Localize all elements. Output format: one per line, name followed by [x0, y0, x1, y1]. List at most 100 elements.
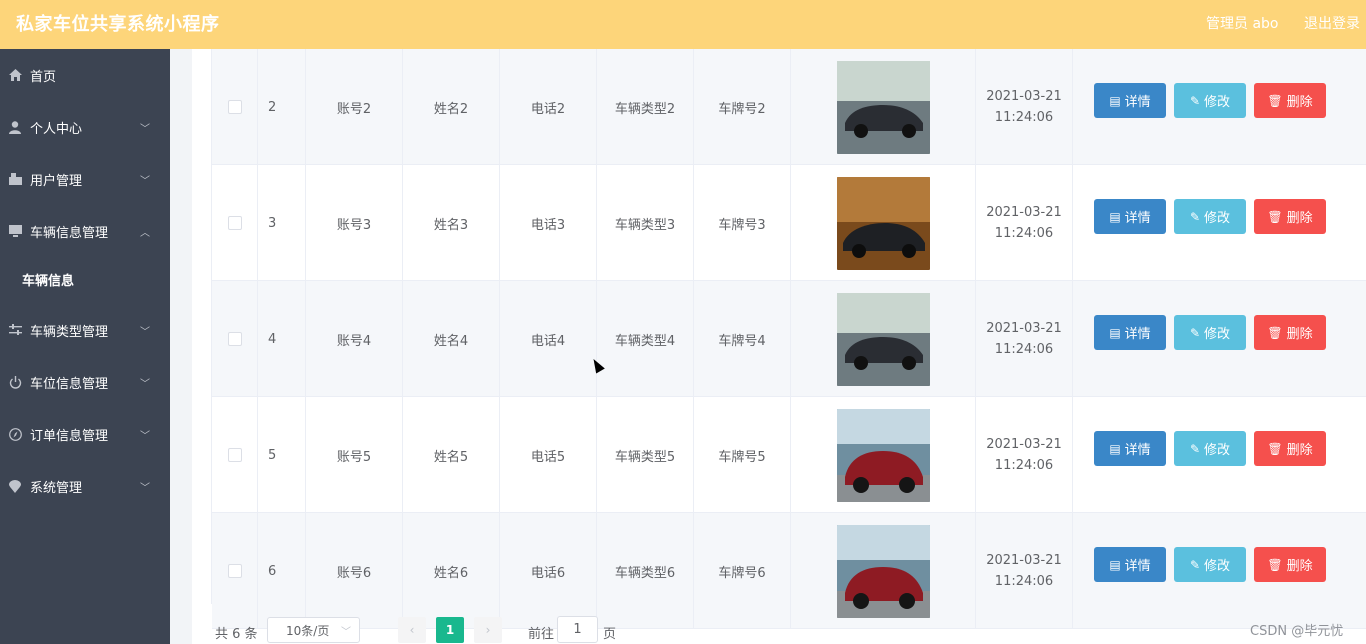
delete-button[interactable]: 🗑 删除: [1254, 431, 1326, 466]
image-cell: [791, 513, 976, 629]
goto-label: 前往: [528, 627, 555, 642]
cell-name: 姓名3: [403, 165, 500, 281]
edit-button[interactable]: ✎ 修改: [1174, 547, 1246, 582]
cell-index: 5: [258, 397, 306, 513]
chevron-down-icon: ﹀: [140, 175, 150, 187]
edit-button[interactable]: ✎ 修改: [1174, 83, 1246, 118]
location-icon: [8, 479, 22, 493]
sidebar-item-label: 车辆信息管理: [30, 225, 109, 241]
pencil-icon: ✎: [1189, 557, 1201, 572]
document-icon: ▤: [1109, 557, 1121, 572]
page-unit-label: 页: [603, 627, 617, 642]
sidebar-item-label: 车辆类型管理: [30, 324, 109, 340]
cell-account: 账号3: [306, 165, 403, 281]
delete-button-label: 删除: [1286, 443, 1313, 458]
admin-username: 管理员 abo: [1206, 16, 1279, 32]
chevron-down-icon: ﹀: [140, 482, 150, 494]
created-date: 2021-03-21: [986, 437, 1062, 452]
next-page-button[interactable]: ›: [474, 617, 502, 643]
row-checkbox[interactable]: [227, 100, 242, 114]
pencil-icon: ✎: [1189, 325, 1201, 340]
created-date: 2021-03-21: [986, 553, 1062, 568]
delete-button[interactable]: 🗑 删除: [1254, 315, 1326, 350]
row-checkbox[interactable]: [227, 332, 242, 346]
main-content: 2 账号2 姓名2 电话2 车辆类型2 车牌号2 2021-03-21 11:24:06 ▤ 详情…: [170, 49, 1366, 644]
chevron-down-icon: ﹀: [140, 430, 150, 442]
cell-account: 账号2: [306, 49, 403, 165]
cell-plate: 车牌号5: [694, 397, 791, 513]
edit-button[interactable]: ✎ 修改: [1174, 199, 1246, 234]
detail-button-label: 详情: [1124, 211, 1151, 226]
delete-button-label: 删除: [1286, 95, 1313, 110]
detail-button[interactable]: ▤ 详情: [1094, 431, 1166, 466]
image-cell: [791, 397, 976, 513]
table-row: 4 账号4 姓名4 电话4 车辆类型4 车牌号4 2021-03-21 11:24:06 ▤ 详情…: [212, 281, 1366, 397]
monitor-icon: [8, 224, 22, 238]
checkbox-cell: [212, 281, 258, 397]
edit-button[interactable]: ✎ 修改: [1174, 431, 1246, 466]
sidebar-item-order-info[interactable]: 订单信息管理 ﹀: [0, 411, 170, 457]
cell-index: 4: [258, 281, 306, 397]
created-date: 2021-03-21: [986, 205, 1062, 220]
table-row: 3 账号3 姓名3 电话3 车辆类型3 车牌号3 2021-03-21 11:24:06 ▤ 详情…: [212, 165, 1366, 281]
sidebar-item-profile[interactable]: 个人中心 ﹀: [0, 104, 170, 150]
image-cell: [791, 281, 976, 397]
created-time-cell: 2021-03-21 11:24:06: [976, 397, 1073, 513]
detail-button-label: 详情: [1124, 327, 1151, 342]
app-title: 私家车位共享系统小程序: [16, 14, 220, 35]
edit-button-label: 修改: [1204, 327, 1231, 342]
image-cell: [791, 165, 976, 281]
sidebar-item-label: 车辆信息: [22, 273, 75, 289]
cell-account: 账号6: [306, 513, 403, 629]
cell-phone: 电话4: [500, 281, 597, 397]
delete-button[interactable]: 🗑 删除: [1254, 547, 1326, 582]
cell-plate: 车牌号2: [694, 49, 791, 165]
page-size-select[interactable]: 10条/页 ﹀: [267, 617, 360, 643]
row-checkbox[interactable]: [227, 216, 242, 230]
detail-button[interactable]: ▤ 详情: [1094, 83, 1166, 118]
created-date: 2021-03-21: [986, 89, 1062, 104]
sidebar-item-users[interactable]: 用户管理 ﹀: [0, 156, 170, 202]
chevron-down-icon: ﹀: [140, 326, 150, 338]
sidebar-item-home[interactable]: 首页: [0, 52, 170, 98]
logout-link[interactable]: 退出登录: [1304, 13, 1360, 33]
created-time-cell: 2021-03-21 11:24:06: [976, 49, 1073, 165]
edit-button-label: 修改: [1204, 559, 1231, 574]
delete-button[interactable]: 🗑 删除: [1254, 199, 1326, 234]
pencil-icon: ✎: [1189, 93, 1201, 108]
row-checkbox[interactable]: [227, 564, 242, 578]
cell-type: 车辆类型4: [597, 281, 694, 397]
detail-button[interactable]: ▤ 详情: [1094, 315, 1166, 350]
cell-index: 2: [258, 49, 306, 165]
sidebar-item-label: 系统管理: [30, 480, 83, 496]
delete-button[interactable]: 🗑 删除: [1254, 83, 1326, 118]
cell-account: 账号4: [306, 281, 403, 397]
detail-button[interactable]: ▤ 详情: [1094, 547, 1166, 582]
created-time: 11:24:06: [994, 342, 1054, 357]
vehicle-photo: [836, 60, 930, 154]
chevron-down-icon: ﹀: [341, 626, 351, 638]
cell-type: 车辆类型3: [597, 165, 694, 281]
sidebar-item-parking-info[interactable]: 车位信息管理 ﹀: [0, 359, 170, 405]
edit-button[interactable]: ✎ 修改: [1174, 315, 1246, 350]
sidebar-item-vehicle-type[interactable]: 车辆类型管理 ﹀: [0, 307, 170, 353]
chevron-down-icon: ﹀: [140, 123, 150, 135]
prev-page-button[interactable]: ‹: [398, 617, 426, 643]
table-row: 6 账号6 姓名6 电话6 车辆类型6 车牌号6 2021-03-21 11:24:06 ▤ 详情…: [212, 513, 1366, 629]
row-checkbox[interactable]: [227, 448, 242, 462]
sidebar-item-vehicle-management[interactable]: 车辆信息管理 ︿: [0, 208, 170, 254]
sidebar-item-label: 车位信息管理: [30, 376, 109, 392]
pencil-icon: ✎: [1189, 441, 1201, 456]
sidebar-item-vehicle-info[interactable]: 车辆信息: [0, 256, 170, 302]
goto-page-input[interactable]: [557, 616, 598, 643]
detail-button[interactable]: ▤ 详情: [1094, 199, 1166, 234]
vehicle-table: 2 账号2 姓名2 电话2 车辆类型2 车牌号2 2021-03-21 11:24:06 ▤ 详情…: [211, 49, 1366, 629]
cell-account: 账号5: [306, 397, 403, 513]
detail-button-label: 详情: [1124, 443, 1151, 458]
image-cell: [791, 49, 976, 165]
page-number-button[interactable]: 1: [436, 617, 464, 643]
pagination: 共 6 条 10条/页 ﹀ ‹ 1 › 前往 页: [192, 615, 1366, 643]
edit-button-label: 修改: [1204, 443, 1231, 458]
sidebar-item-system[interactable]: 系统管理 ﹀: [0, 463, 170, 509]
watermark: CSDN @毕元忧: [1250, 624, 1344, 639]
